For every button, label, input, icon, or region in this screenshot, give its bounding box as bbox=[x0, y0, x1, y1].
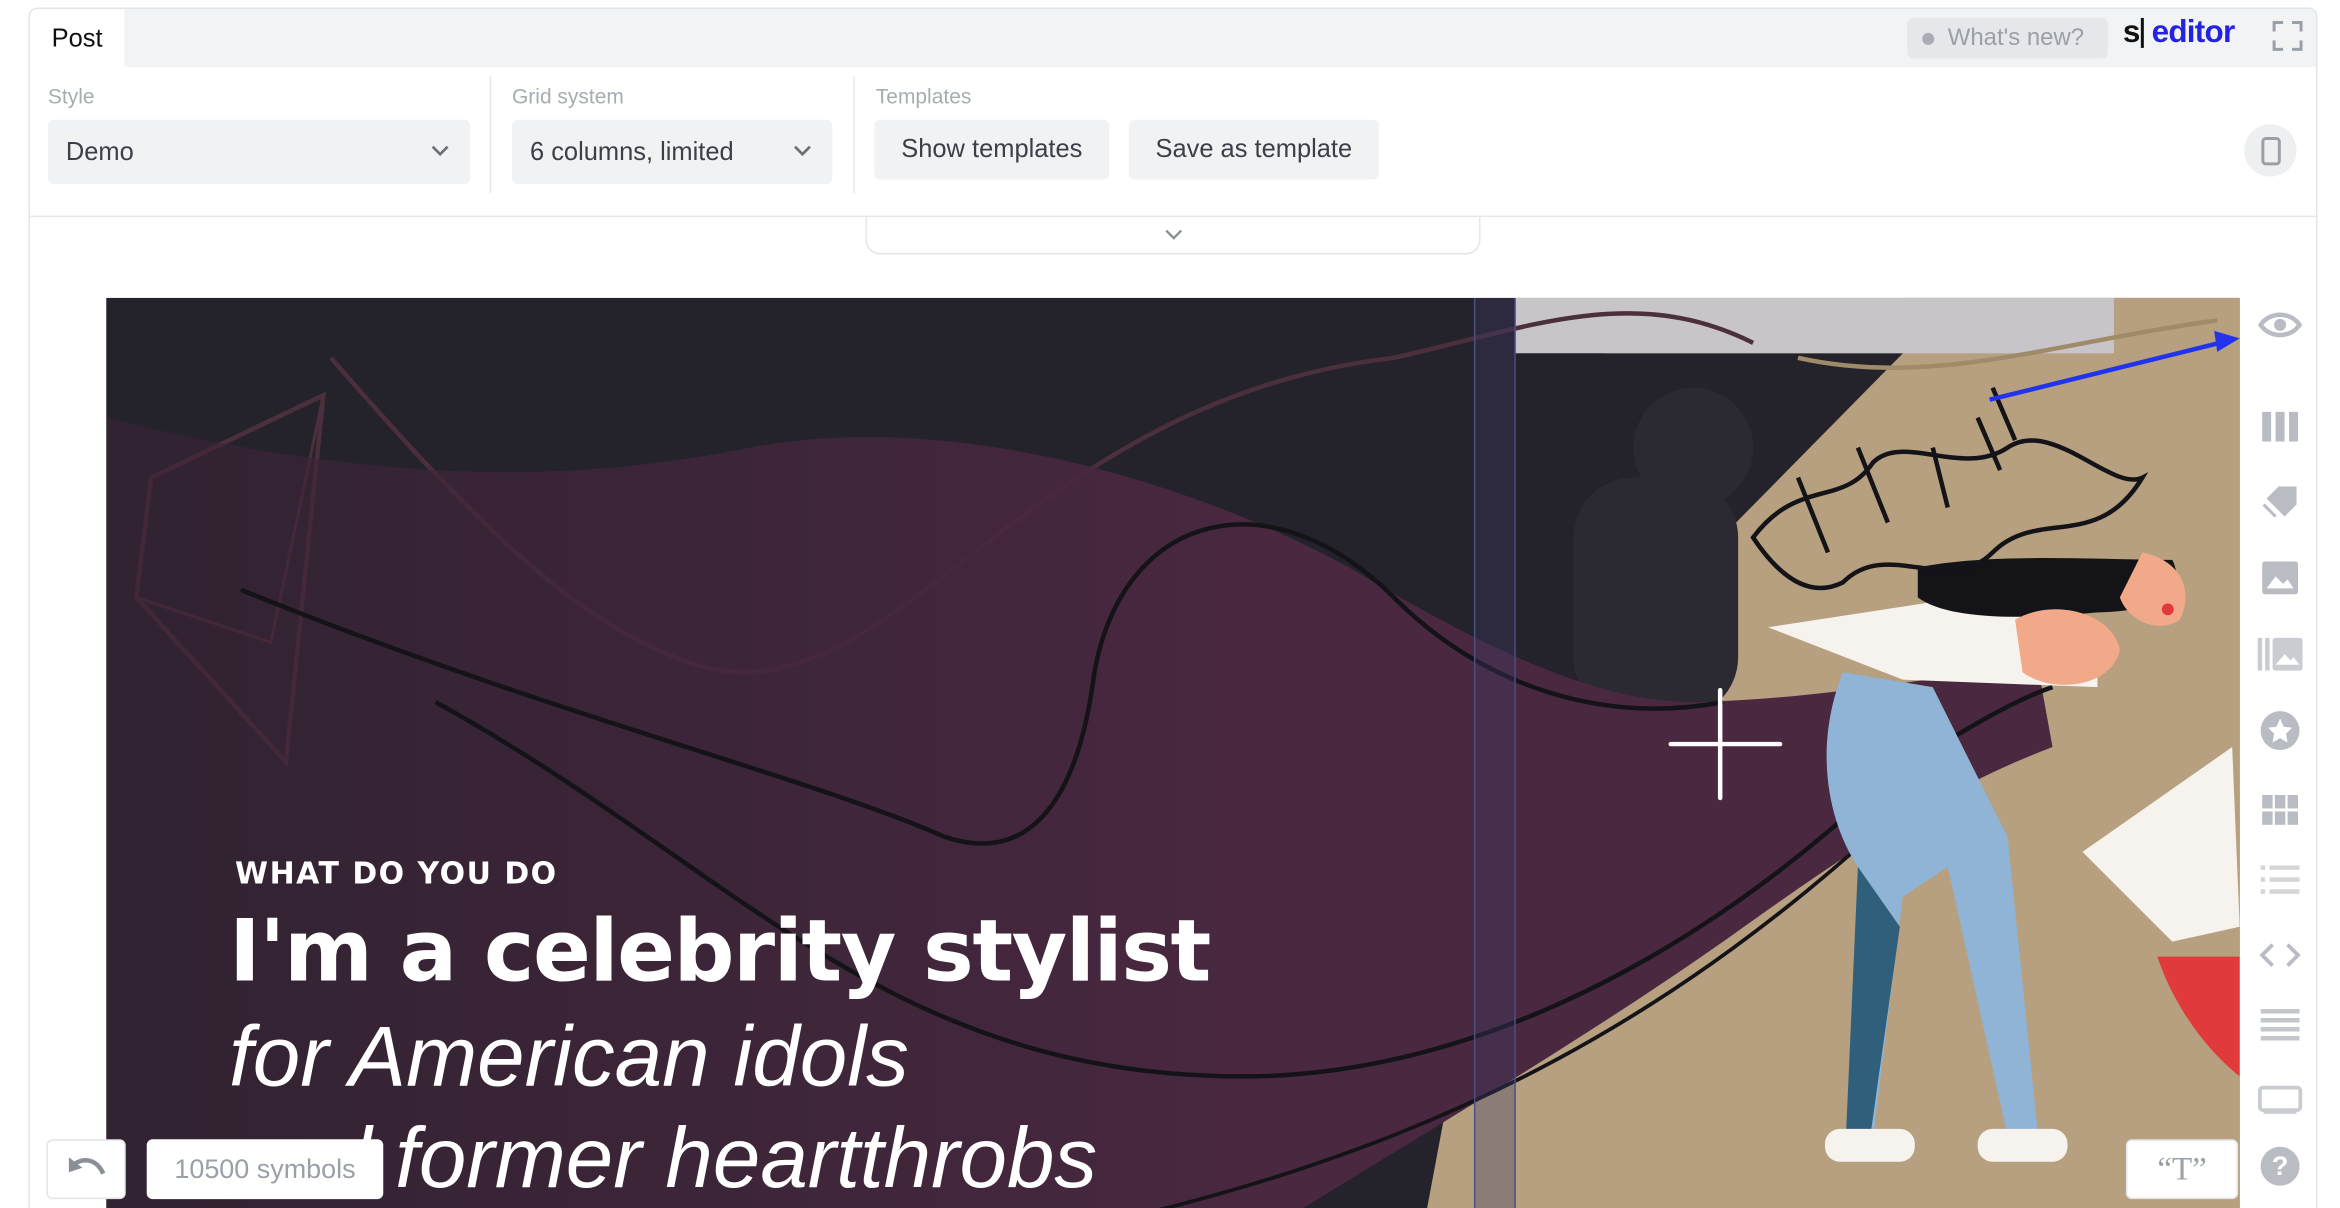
grid-label: Grid system bbox=[512, 83, 624, 108]
grid-system-select[interactable]: 6 columns, limited bbox=[512, 119, 833, 185]
image-icon[interactable] bbox=[2256, 554, 2304, 602]
whats-new-label: What's new? bbox=[1947, 24, 2085, 51]
hero-overline[interactable]: WHAT DO YOU DO bbox=[235, 855, 558, 891]
mobile-preview-button[interactable] bbox=[2244, 124, 2297, 177]
logo: s editor bbox=[2123, 15, 2235, 51]
whats-new-dot-icon bbox=[1922, 32, 1935, 45]
hero-cover-block[interactable]: WHAT DO YOU DO I'm a celebrity stylist f… bbox=[106, 297, 2240, 1208]
help-icon[interactable]: ? bbox=[2256, 1142, 2304, 1190]
frame-icon[interactable] bbox=[2256, 1076, 2304, 1124]
symbol-counter: 10500 symbols bbox=[146, 1139, 384, 1200]
divider bbox=[853, 76, 855, 194]
tags-icon[interactable] bbox=[2256, 476, 2304, 524]
grid-icon[interactable] bbox=[2256, 786, 2304, 834]
undo-icon bbox=[68, 1157, 105, 1175]
tab-post[interactable]: Post bbox=[29, 8, 125, 68]
logo-cursor bbox=[2141, 17, 2145, 48]
toolbar-collapse-toggle[interactable] bbox=[865, 217, 1481, 255]
lines-icon[interactable] bbox=[2256, 1002, 2304, 1050]
style-label: Style bbox=[47, 83, 95, 108]
hero-headline[interactable]: I'm a celebrity stylist bbox=[229, 903, 1211, 1002]
chevron-down-icon bbox=[794, 145, 811, 157]
list-icon[interactable] bbox=[2256, 856, 2304, 904]
logo-editor: editor bbox=[2151, 14, 2236, 50]
show-templates-button[interactable]: Show templates bbox=[874, 119, 1110, 180]
star-icon[interactable] bbox=[2256, 707, 2304, 755]
chevron-down-icon bbox=[431, 145, 449, 157]
svg-text:?: ? bbox=[2272, 1151, 2288, 1181]
gallery-icon[interactable] bbox=[2256, 630, 2304, 678]
typography-button[interactable]: “T” bbox=[2125, 1139, 2239, 1200]
editor-window: Post What's new? s editor Style Demo Gri… bbox=[0, 0, 2340, 1208]
grid-select-value: 6 columns, limited bbox=[529, 136, 734, 166]
mobile-icon bbox=[2260, 136, 2281, 165]
logo-s: s bbox=[2122, 14, 2141, 50]
save-as-template-button[interactable]: Save as template bbox=[1128, 119, 1379, 180]
chevron-down-icon bbox=[1165, 229, 1183, 240]
divider bbox=[489, 76, 492, 194]
hero-subline-1[interactable]: for American idols bbox=[229, 1008, 909, 1107]
code-icon[interactable] bbox=[2256, 931, 2304, 979]
columns-icon[interactable] bbox=[2256, 403, 2304, 451]
eye-icon[interactable] bbox=[2256, 301, 2304, 349]
templates-label: Templates bbox=[875, 83, 972, 108]
undo-button[interactable] bbox=[46, 1139, 126, 1200]
fullscreen-icon[interactable] bbox=[2271, 19, 2304, 52]
style-select[interactable]: Demo bbox=[47, 119, 471, 185]
whats-new-button[interactable]: What's new? bbox=[1907, 17, 2108, 59]
style-select-value: Demo bbox=[65, 136, 134, 166]
